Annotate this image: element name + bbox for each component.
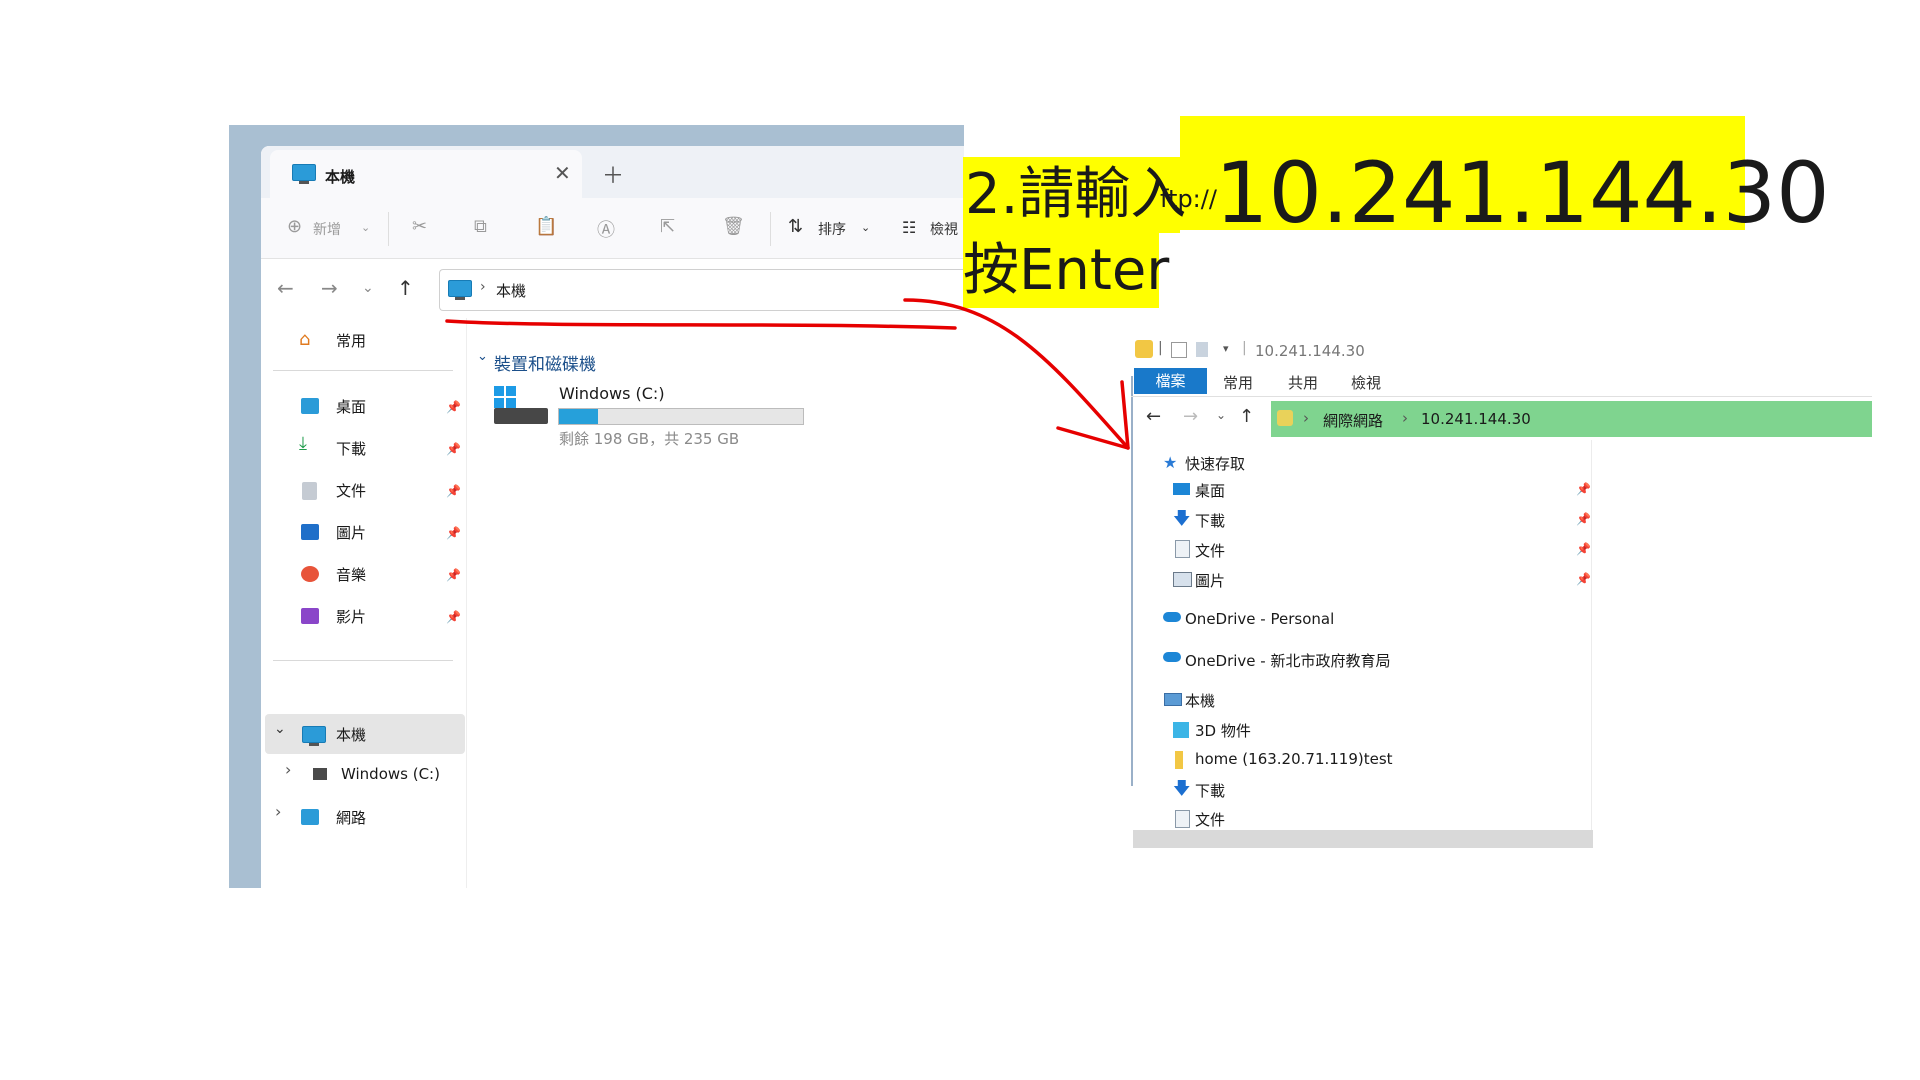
sidebar-item-pictures[interactable]: 圖片 [1195,570,1225,591]
quick-access-dropdown-icon[interactable]: ▾ [1223,342,1229,355]
navigation-bar: ← → ⌄ ↑ › 網際網路 › 10.241.144.30 [1131,398,1872,440]
navigation-pane: ★ 快速存取 桌面 📌 🡇 下載 📌 文件 📌 圖片 📌 OneDrive - … [1131,440,1593,848]
3d-objects-icon [1173,722,1189,738]
arrow-shaft [903,298,1130,450]
document-icon [1175,810,1190,828]
divider: | [1242,340,1247,356]
pin-icon: 📌 [1576,512,1591,526]
recent-locations-chevron-icon[interactable]: ⌄ [1216,408,1226,422]
tab-home[interactable]: 常用 [1223,372,1253,393]
tab-file[interactable]: 檔案 [1134,368,1207,394]
explorer-window-win10: | ▾ | 10.241.144.30 檔案 常用 共用 檢視 ← → ⌄ ↑ … [1131,336,1872,848]
sidebar-item-3d-objects[interactable]: 3D 物件 [1195,720,1251,741]
sidebar-item-quick-access[interactable]: 快速存取 [1185,453,1245,474]
sidebar-item-network-drive[interactable]: home (163.20.71.119)test [1195,750,1393,768]
pin-icon: 📌 [1576,572,1591,586]
sidebar-item-onedrive-org[interactable]: OneDrive - 新北市政府教育局 [1185,650,1390,671]
breadcrumb-host[interactable]: 10.241.144.30 [1421,410,1531,428]
address-bar[interactable]: › 網際網路 › 10.241.144.30 [1271,401,1872,437]
up-arrow-icon[interactable]: ↑ [1239,406,1254,427]
download-icon: 🡇 [1173,779,1191,799]
tab-share[interactable]: 共用 [1288,372,1318,393]
network-drive-icon [1175,751,1183,769]
back-arrow-icon[interactable]: ← [1146,406,1161,427]
star-icon: ★ [1163,453,1178,472]
tab-view[interactable]: 檢視 [1351,372,1381,393]
pin-icon: 📌 [1576,482,1591,496]
sidebar-item-this-pc[interactable]: 本機 [1185,690,1215,711]
sidebar-item-downloads[interactable]: 下載 [1195,510,1225,531]
sidebar-item-documents-pc[interactable]: 文件 [1195,809,1225,830]
ribbon-tabs: 檔案 常用 共用 檢視 [1131,366,1872,397]
folder-icon [1135,340,1153,358]
breadcrumb-chevron-icon: › [1402,409,1408,427]
properties-checkbox-icon[interactable] [1171,342,1187,358]
sidebar-item-desktop[interactable]: 桌面 [1195,480,1225,501]
new-folder-icon[interactable] [1196,342,1208,357]
desktop-icon [1173,483,1190,495]
forward-arrow-icon[interactable]: → [1183,406,1198,427]
pictures-icon [1173,572,1192,587]
document-icon [1175,540,1190,558]
sidebar-item-onedrive-personal[interactable]: OneDrive - Personal [1185,610,1334,628]
breadcrumb-chevron-icon: › [1303,409,1309,427]
this-pc-icon [1164,693,1182,706]
sidebar-item-documents[interactable]: 文件 [1195,540,1225,561]
divider: | [1158,340,1163,356]
breadcrumb-internet[interactable]: 網際網路 [1323,410,1383,431]
pin-icon: 📌 [1576,542,1591,556]
download-icon: 🡇 [1173,509,1191,529]
onedrive-icon [1163,652,1181,662]
sidebar-item-downloads-pc[interactable]: 下載 [1195,780,1225,801]
internet-icon [1277,410,1293,426]
window-title: 10.241.144.30 [1255,342,1365,360]
title-bar: | ▾ | 10.241.144.30 [1131,336,1872,366]
address-underline [445,319,957,330]
onedrive-icon [1163,612,1181,622]
